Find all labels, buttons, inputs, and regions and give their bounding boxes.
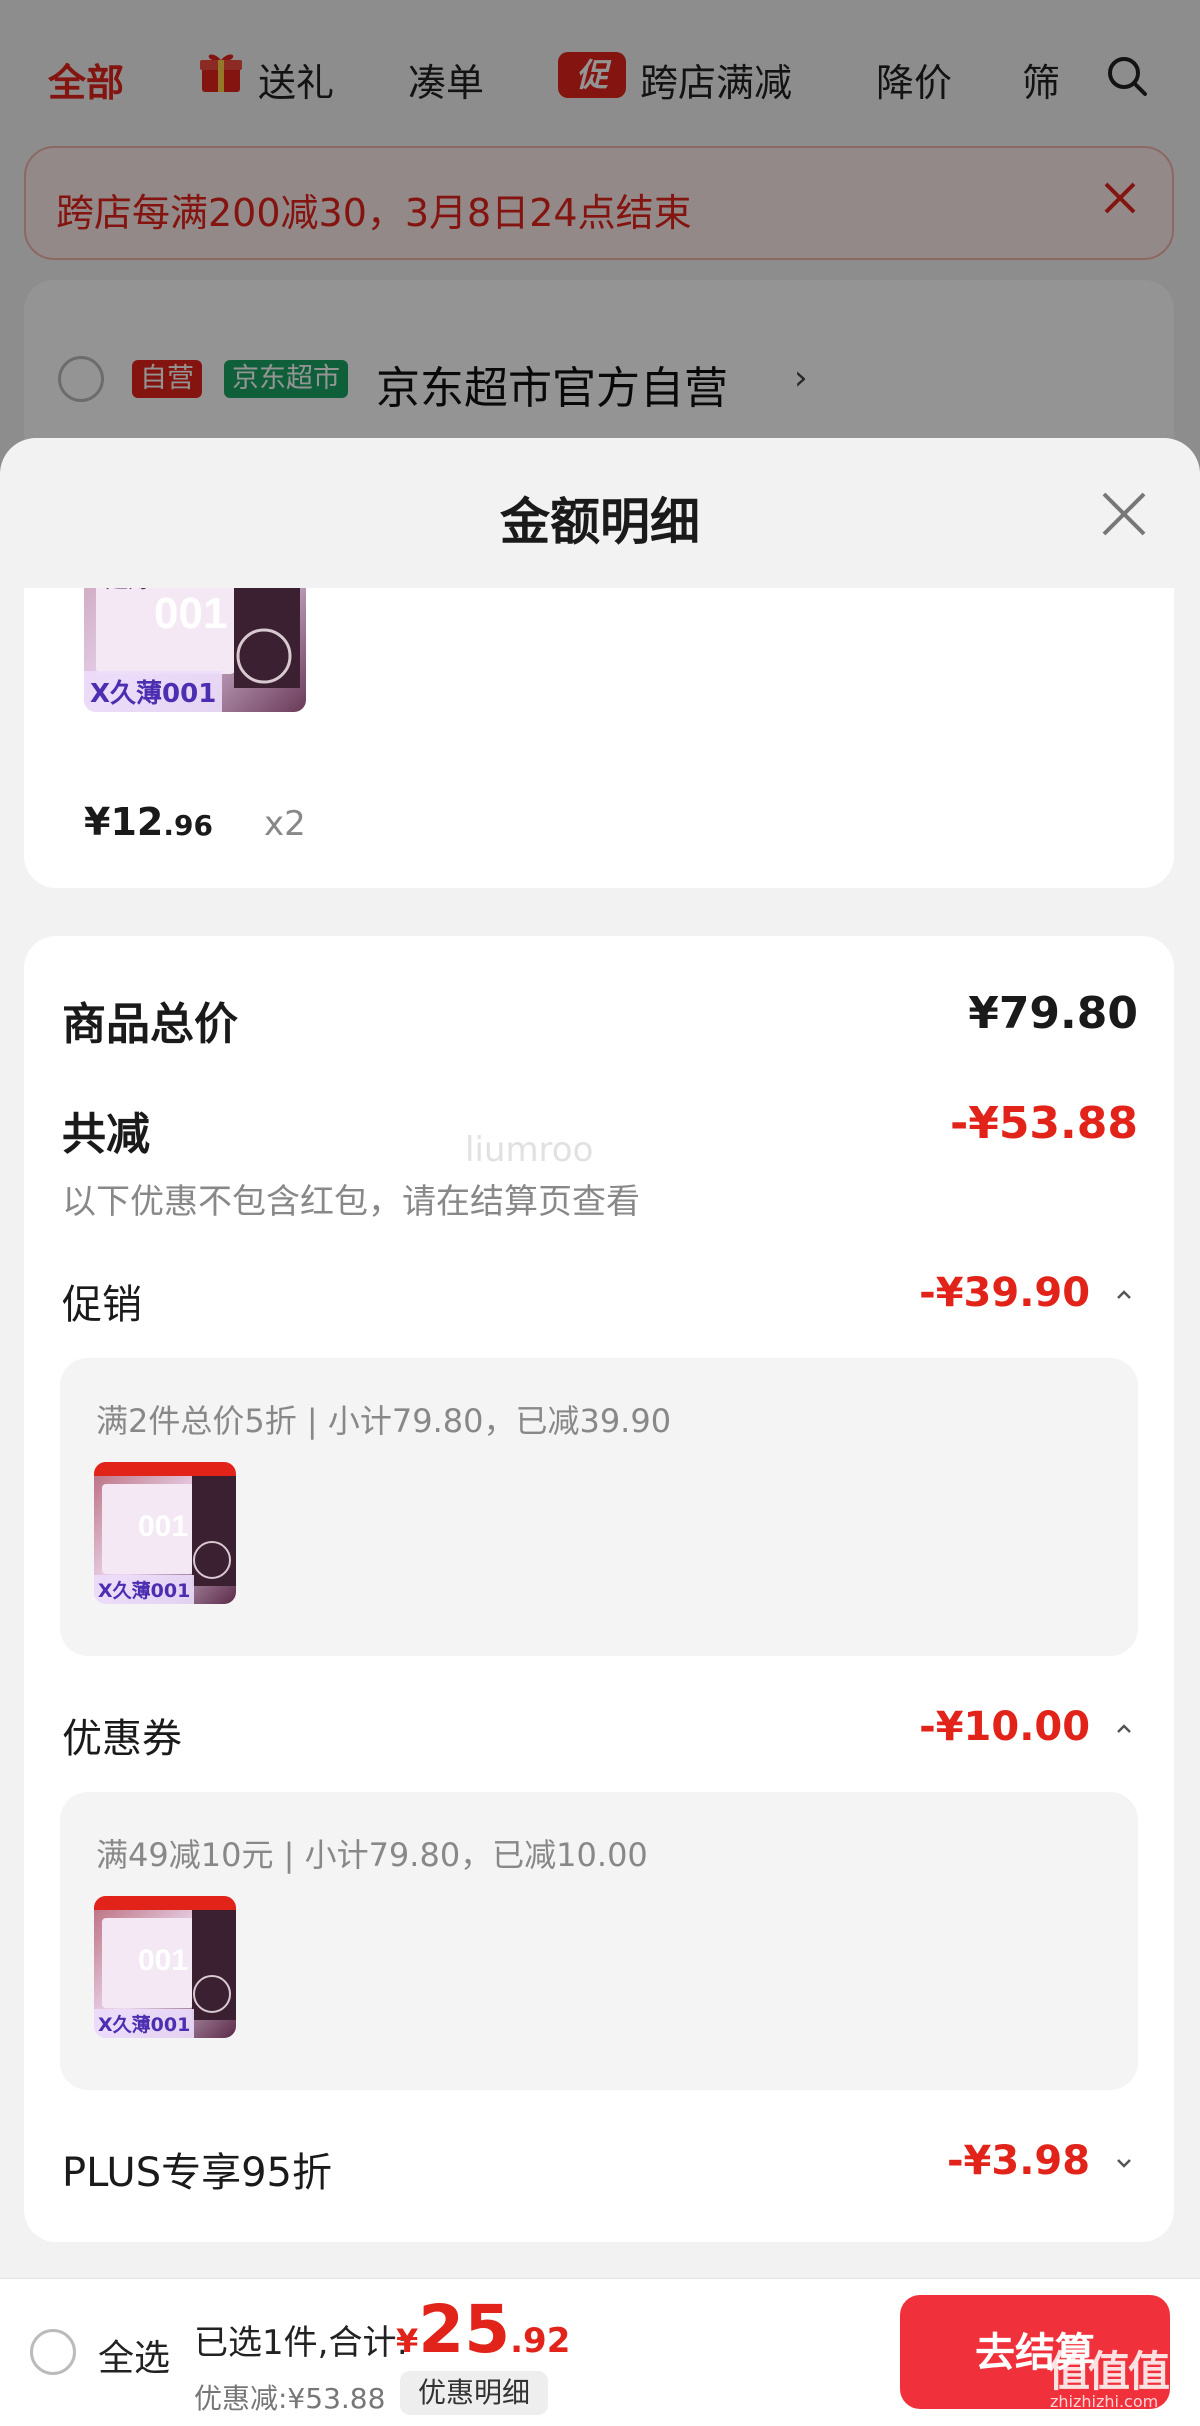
product-price: ¥12.96 [84, 800, 213, 844]
coupon-toggle[interactable]: -¥10.00 [919, 1704, 1134, 1750]
product-caption: X久薄001 [84, 671, 223, 712]
promotion-product-image[interactable]: 001 X久薄001 [94, 1462, 236, 1604]
coupon-product-image[interactable]: 001 X久薄001 [94, 1896, 236, 2038]
promotion-toggle[interactable]: -¥39.90 [919, 1270, 1134, 1316]
price-breakdown-card: 商品总价 ¥79.80 共减 -¥53.88 以下优惠不包含红包，请在结算页查看… [24, 936, 1174, 2242]
price-integer: ¥12 [84, 800, 164, 844]
close-icon[interactable] [1098, 488, 1150, 540]
total-value: ¥79.80 [968, 988, 1138, 1039]
sheet-scroll-area[interactable]: 001 超薄 X久薄001 ¥12.96 x2 商品总价 ¥79.80 共减 -… [0, 588, 1200, 2278]
svg-text:001: 001 [138, 1944, 188, 1977]
coupon-value: -¥10.00 [919, 1704, 1091, 1750]
product-quantity: x2 [264, 804, 306, 844]
site-watermark: 值值值 [1048, 2347, 1170, 2396]
plus-discount-value: -¥3.98 [946, 2138, 1091, 2184]
sheet-title: 金额明细 [500, 493, 700, 551]
reduction-label: 共减 [62, 1109, 150, 1160]
total-price: ¥25.92 [396, 2291, 570, 2368]
product-card: 001 超薄 X久薄001 ¥12.96 x2 [24, 588, 1174, 888]
svg-text:001: 001 [138, 1510, 188, 1543]
coupon-detail-text: 满49减10元 | 小计79.80，已减10.00 [96, 1836, 648, 1874]
chevron-up-icon [1117, 1290, 1131, 1299]
discount-detail-button[interactable]: 优惠明细 [400, 2371, 549, 2415]
reduction-value: -¥53.88 [949, 1098, 1138, 1149]
currency-symbol: ¥ [396, 2322, 419, 2360]
discount-summary: 优惠减:¥53.88 [194, 2382, 386, 2415]
plus-discount-label: PLUS专享95折 [62, 2150, 332, 2196]
selected-count-text: 已选1件,合计: [194, 2323, 408, 2363]
product-image[interactable]: 001 超薄 X久薄001 [84, 588, 306, 712]
site-watermark-url: zhizhizhi.com [1050, 2392, 1159, 2411]
select-all-label[interactable]: 全选 [98, 2329, 170, 2381]
select-all-radio[interactable] [30, 2329, 76, 2375]
amount-detail-sheet: 金额明细 001 超薄 X久薄001 ¥12.96 x2 [0, 438, 1200, 2278]
checkout-bar: 全选 已选1件,合计: ¥25.92 优惠减:¥53.88 优惠明细 去结算 [0, 2278, 1200, 2426]
chevron-up-icon [1117, 1724, 1131, 1733]
plus-discount-toggle[interactable]: -¥3.98 [947, 2138, 1134, 2184]
product-title-label: 超薄 [106, 588, 150, 594]
product-caption: X久薄001 [94, 2009, 195, 2038]
product-caption: X久薄001 [94, 1575, 195, 1604]
chevron-down-icon [1117, 2159, 1131, 2168]
promotion-label: 促销 [62, 1282, 142, 1328]
svg-text:001: 001 [154, 589, 227, 638]
total-label: 商品总价 [62, 999, 238, 1050]
total-decimal: .92 [510, 2321, 571, 2361]
price-decimal: .96 [163, 809, 213, 842]
coupon-detail-box: 满49减10元 | 小计79.80，已减10.00 001 X久薄001 [60, 1792, 1138, 2090]
coupon-label: 优惠券 [62, 1716, 182, 1762]
reduction-hint: 以下优惠不包含红包，请在结算页查看 [62, 1182, 640, 1222]
promotion-value: -¥39.90 [919, 1270, 1091, 1316]
promotion-detail-text: 满2件总价5折 | 小计79.80，已减39.90 [96, 1402, 672, 1440]
promotion-detail-box: 满2件总价5折 | 小计79.80，已减39.90 001 X久薄001 [60, 1358, 1138, 1656]
total-integer: 25 [418, 2291, 511, 2368]
watermark-text: liumroo [465, 1130, 594, 1170]
